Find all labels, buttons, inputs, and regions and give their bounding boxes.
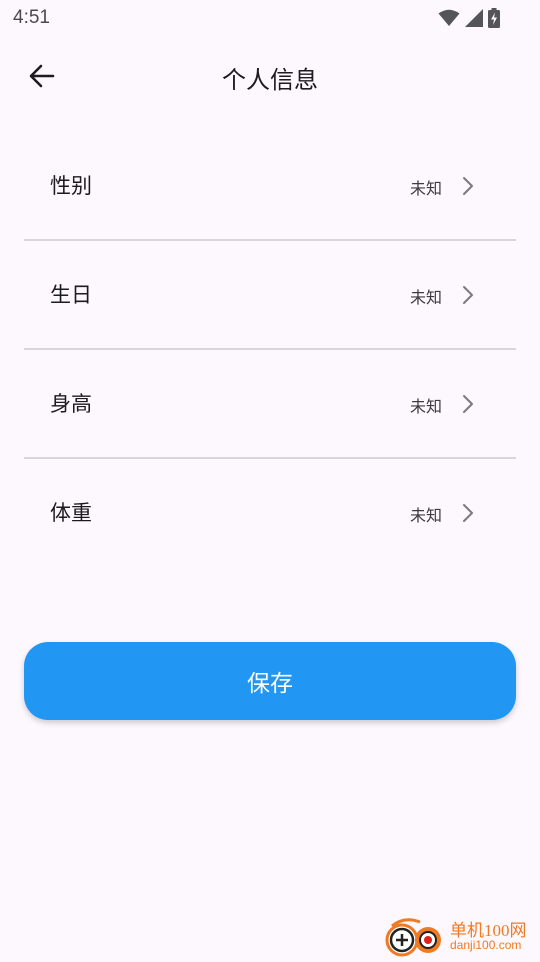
profile-row-birthday[interactable]: 生日 未知 — [24, 241, 516, 350]
row-label: 性别 — [50, 174, 92, 198]
row-value: 未知 — [409, 179, 442, 198]
row-label: 身高 — [50, 392, 92, 416]
chevron-right-icon — [458, 502, 478, 524]
row-value: 未知 — [409, 397, 442, 416]
status-time: 4:51 — [13, 7, 50, 28]
row-label: 体重 — [50, 501, 92, 525]
row-label: 生日 — [50, 283, 92, 307]
chevron-right-icon — [458, 284, 478, 306]
watermark: 单机100网 danji100.com — [384, 914, 536, 958]
status-icons — [438, 8, 500, 32]
page-title: 个人信息 — [222, 66, 318, 94]
wifi-icon — [438, 9, 460, 31]
chevron-right-icon — [458, 393, 478, 415]
cellular-signal-icon — [464, 9, 484, 31]
app-bar: 个人信息 — [0, 36, 540, 120]
save-button[interactable]: 保存 — [24, 642, 516, 720]
row-value: 未知 — [409, 506, 442, 525]
profile-list: 性别 未知 生日 未知 身高 未知 体重 未知 — [24, 132, 516, 566]
profile-row-gender[interactable]: 性别 未知 — [24, 132, 516, 241]
status-bar: 4:51 — [0, 0, 540, 36]
profile-row-weight[interactable]: 体重 未知 — [24, 459, 516, 566]
battery-charging-icon — [488, 8, 500, 32]
watermark-logo-icon — [384, 914, 448, 958]
profile-row-height[interactable]: 身高 未知 — [24, 350, 516, 459]
row-value: 未知 — [409, 288, 442, 307]
chevron-right-icon — [458, 175, 478, 197]
watermark-url: danji100.com — [450, 938, 522, 952]
